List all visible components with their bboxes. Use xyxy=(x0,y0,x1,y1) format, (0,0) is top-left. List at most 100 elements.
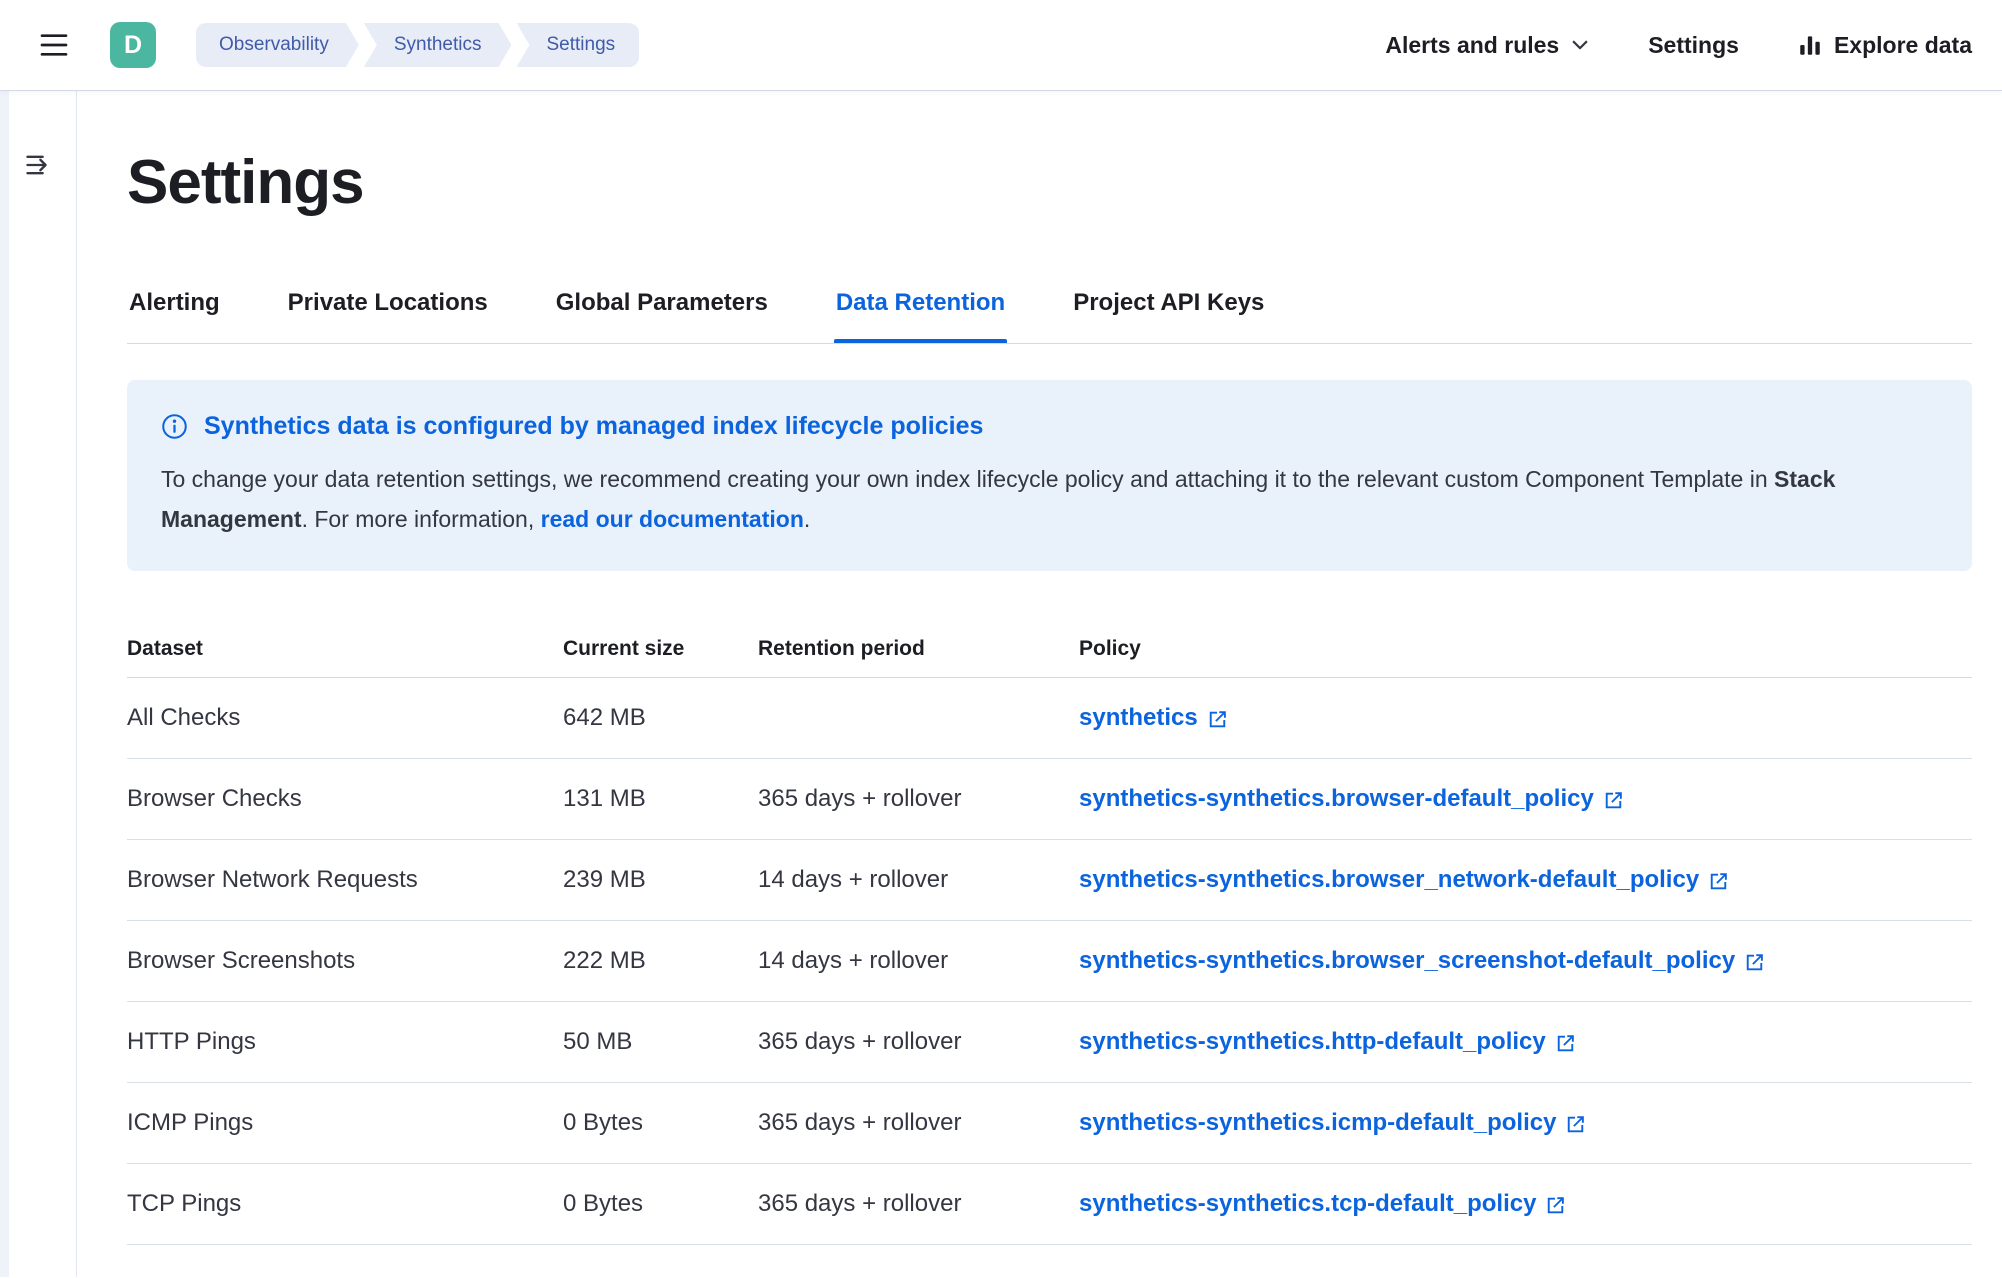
policy-link[interactable]: synthetics-synthetics.browser_screenshot… xyxy=(1079,947,1764,975)
policy-cell: synthetics-synthetics.browser_screenshot… xyxy=(1079,921,1972,1001)
breadcrumb: Observability Synthetics Settings xyxy=(196,23,639,67)
table-row: TCP Pings0 Bytes365 days + rolloversynth… xyxy=(127,1164,1972,1245)
dataset-cell: Browser Checks xyxy=(127,759,563,839)
policy-link-label: synthetics-synthetics.browser-default_po… xyxy=(1079,785,1594,813)
policy-link-label: synthetics-synthetics.browser_screenshot… xyxy=(1079,947,1735,975)
retention-cell: 365 days + rollover xyxy=(758,759,1079,839)
breadcrumb-label: Observability xyxy=(219,34,329,56)
table-row: Browser Network Requests239 MB14 days + … xyxy=(127,840,1972,921)
chevron-down-icon xyxy=(1570,35,1590,55)
breadcrumb-item[interactable]: Observability xyxy=(196,23,359,67)
policy-link-label: synthetics-synthetics.tcp-default_policy xyxy=(1079,1190,1536,1218)
callout-text-part: To change your data retention settings, … xyxy=(161,466,1774,492)
breadcrumb-item[interactable]: Synthetics xyxy=(364,23,512,67)
tab-alerting[interactable]: Alerting xyxy=(127,281,222,343)
settings-link-label: Settings xyxy=(1648,32,1739,59)
callout-title: Synthetics data is configured by managed… xyxy=(204,412,983,441)
breadcrumb-label: Settings xyxy=(546,34,615,56)
header-actions: Alerts and rules Settings Explore data xyxy=(1385,32,1972,59)
policy-link[interactable]: synthetics-synthetics.icmp-default_polic… xyxy=(1079,1109,1585,1137)
rail-edge xyxy=(0,91,9,1277)
callout-text: To change your data retention settings, … xyxy=(161,459,1938,539)
policy-cell: synthetics-synthetics.browser-default_po… xyxy=(1079,759,1972,839)
table-header-row: DatasetCurrent sizeRetention periodPolic… xyxy=(127,623,1972,678)
table-body: All Checks642 MB synthetics Browser Checks… xyxy=(127,678,1972,1245)
retention-cell: 365 days + rollover xyxy=(758,1002,1079,1082)
table-row: Browser Screenshots222 MB14 days + rollo… xyxy=(127,921,1972,1002)
external-link-icon xyxy=(1709,872,1728,891)
dataset-cell: HTTP Pings xyxy=(127,1002,563,1082)
alerts-and-rules-button[interactable]: Alerts and rules xyxy=(1385,32,1590,59)
external-link-icon xyxy=(1546,1196,1565,1215)
explore-data-button[interactable]: Explore data xyxy=(1797,32,1972,59)
dataset-cell: Browser Network Requests xyxy=(127,840,563,920)
info-callout: Synthetics data is configured by managed… xyxy=(127,380,1972,571)
external-link-icon xyxy=(1604,791,1623,810)
table-row: ICMP Pings0 Bytes365 days + rolloversynt… xyxy=(127,1083,1972,1164)
hamburger-icon xyxy=(35,29,73,61)
policy-cell: synthetics-synthetics.browser_network-de… xyxy=(1079,840,1972,920)
policy-cell: synthetics-synthetics.http-default_polic… xyxy=(1079,1002,1972,1082)
external-link-icon xyxy=(1745,953,1764,972)
policy-link[interactable]: synthetics-synthetics.browser_network-de… xyxy=(1079,866,1728,894)
callout-header: Synthetics data is configured by managed… xyxy=(161,412,1938,441)
policy-link[interactable]: synthetics-synthetics.browser-default_po… xyxy=(1079,785,1623,813)
callout-text-part: . For more information, xyxy=(302,506,541,532)
column-header: Retention period xyxy=(758,623,1079,677)
page-title: Settings xyxy=(127,147,1972,219)
policy-link[interactable]: synthetics-synthetics.http-default_polic… xyxy=(1079,1028,1575,1056)
menu-right-icon xyxy=(24,151,52,179)
menu-button[interactable] xyxy=(35,29,73,61)
breadcrumb-item[interactable]: Settings xyxy=(516,23,639,67)
policy-cell: synthetics xyxy=(1079,678,1972,758)
dataset-cell: All Checks xyxy=(127,678,563,758)
column-header: Policy xyxy=(1079,623,1972,677)
retention-cell: 14 days + rollover xyxy=(758,921,1079,1001)
retention-cell: 365 days + rollover xyxy=(758,1164,1079,1244)
tab-data-retention[interactable]: Data Retention xyxy=(834,281,1007,343)
dataset-cell: ICMP Pings xyxy=(127,1083,563,1163)
expand-nav-button[interactable] xyxy=(24,151,52,184)
settings-link[interactable]: Settings xyxy=(1648,32,1739,59)
avatar[interactable]: D xyxy=(110,22,156,68)
policy-link-label: synthetics-synthetics.browser_network-de… xyxy=(1079,866,1699,894)
tab-global-parameters[interactable]: Global Parameters xyxy=(554,281,770,343)
tab-private-locations[interactable]: Private Locations xyxy=(286,281,490,343)
dataset-cell: TCP Pings xyxy=(127,1164,563,1244)
documentation-link[interactable]: read our documentation xyxy=(541,506,804,532)
top-header: D Observability Synthetics Settings Alerts… xyxy=(0,0,2002,91)
size-cell: 642 MB xyxy=(563,678,758,758)
callout-text-part: . xyxy=(804,506,810,532)
policy-cell: synthetics-synthetics.icmp-default_polic… xyxy=(1079,1083,1972,1163)
main-content: Settings Alerting Private Locations Global… xyxy=(77,91,2002,1277)
retention-cell: 14 days + rollover xyxy=(758,840,1079,920)
size-cell: 0 Bytes xyxy=(563,1164,758,1244)
size-cell: 50 MB xyxy=(563,1002,758,1082)
explore-data-label: Explore data xyxy=(1834,32,1972,59)
policy-link[interactable]: synthetics-synthetics.tcp-default_policy xyxy=(1079,1190,1565,1218)
external-link-icon xyxy=(1208,710,1227,729)
info-icon xyxy=(161,413,188,440)
page: { "header": { "avatar_initial": "D", "br… xyxy=(0,0,2002,1278)
table-row: All Checks642 MB synthetics xyxy=(127,678,1972,759)
policy-link-label: synthetics-synthetics.http-default_polic… xyxy=(1079,1028,1546,1056)
tabs: Alerting Private Locations Global Paramete… xyxy=(127,281,1972,344)
column-header: Dataset xyxy=(127,623,563,677)
policy-cell: synthetics-synthetics.tcp-default_policy xyxy=(1079,1164,1972,1244)
dataset-cell: Browser Screenshots xyxy=(127,921,563,1001)
table-row: Browser Checks131 MB365 days + rollovers… xyxy=(127,759,1972,840)
size-cell: 131 MB xyxy=(563,759,758,839)
external-link-icon xyxy=(1556,1034,1575,1053)
side-rail xyxy=(0,91,77,1277)
policy-link-label: synthetics xyxy=(1079,704,1198,732)
policy-link-label: synthetics-synthetics.icmp-default_polic… xyxy=(1079,1109,1556,1137)
table-row: HTTP Pings50 MB365 days + rolloversynthe… xyxy=(127,1002,1972,1083)
column-header: Current size xyxy=(563,623,758,677)
tab-project-api-keys[interactable]: Project API Keys xyxy=(1071,281,1266,343)
size-cell: 222 MB xyxy=(563,921,758,1001)
data-retention-table: DatasetCurrent sizeRetention periodPolic… xyxy=(127,623,1972,1245)
size-cell: 239 MB xyxy=(563,840,758,920)
policy-link[interactable]: synthetics xyxy=(1079,704,1227,732)
app-body: Settings Alerting Private Locations Global… xyxy=(0,91,2002,1277)
external-link-icon xyxy=(1566,1115,1585,1134)
